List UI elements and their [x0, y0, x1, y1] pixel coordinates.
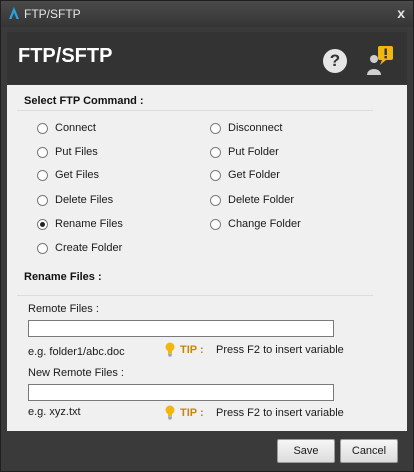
radio-label: Connect — [55, 122, 96, 134]
rename-files-heading: Rename Files : — [24, 271, 102, 283]
radio-label: Rename Files — [55, 218, 123, 230]
window-title: FTP/SFTP — [24, 7, 81, 21]
save-button[interactable]: Save — [277, 439, 335, 463]
select-command-heading: Select FTP Command : — [24, 95, 144, 107]
radio-button[interactable] — [37, 123, 48, 134]
remote-files-label: Remote Files : — [28, 303, 99, 315]
lightbulb-icon — [165, 342, 175, 357]
radio-button[interactable] — [210, 123, 221, 134]
radio-label: Delete Files — [55, 194, 114, 206]
radio-dot — [40, 222, 45, 227]
tip-key: TIP : — [180, 407, 204, 419]
divider — [17, 295, 373, 296]
radio-label: Get Files — [55, 169, 100, 181]
tip-key: TIP : — [180, 344, 204, 356]
radio-label: Put Files — [55, 146, 98, 158]
radio-button[interactable] — [210, 195, 221, 206]
new-remote-files-label: New Remote Files : — [28, 367, 124, 379]
dialog-header: FTP/SFTP ? — [7, 32, 407, 84]
radio-label: Change Folder — [228, 218, 301, 230]
main-panel: Select FTP Command : Connect Disconnect … — [7, 85, 407, 431]
remote-files-example: e.g. folder1/abc.doc — [28, 346, 125, 358]
radio-button[interactable] — [37, 195, 48, 206]
radio-label: Disconnect — [228, 122, 283, 134]
user-notification-icon[interactable] — [363, 45, 395, 77]
radio-button[interactable] — [37, 147, 48, 158]
title-bar[interactable]: FTP/SFTP x — [1, 1, 413, 27]
radio-label: Put Folder — [228, 146, 279, 158]
radio-button[interactable] — [37, 243, 48, 254]
ftp-sftp-dialog: FTP/SFTP x FTP/SFTP ? Select FTP Command… — [0, 0, 414, 472]
close-icon[interactable]: x — [397, 5, 405, 21]
radio-label: Delete Folder — [228, 194, 295, 206]
radio-button[interactable] — [210, 170, 221, 181]
lightbulb-icon — [165, 405, 175, 420]
radio-button[interactable] — [37, 170, 48, 181]
radio-button[interactable] — [210, 147, 221, 158]
divider — [17, 110, 373, 111]
radio-label: Create Folder — [55, 242, 123, 254]
new-remote-files-example: e.g. xyz.txt — [28, 406, 81, 418]
tip-text: Press F2 to insert variable — [216, 344, 344, 356]
remote-files-input[interactable] — [28, 320, 334, 337]
tip-text: Press F2 to insert variable — [216, 407, 344, 419]
radio-label: Get Folder — [228, 169, 280, 181]
new-remote-files-input[interactable] — [28, 384, 334, 401]
cancel-button[interactable]: Cancel — [340, 439, 398, 463]
app-logo-icon — [9, 7, 19, 19]
radio-button[interactable] — [210, 219, 221, 230]
radio-button-selected[interactable] — [37, 219, 48, 230]
help-icon[interactable]: ? — [323, 49, 347, 73]
page-title: FTP/SFTP — [18, 45, 113, 67]
